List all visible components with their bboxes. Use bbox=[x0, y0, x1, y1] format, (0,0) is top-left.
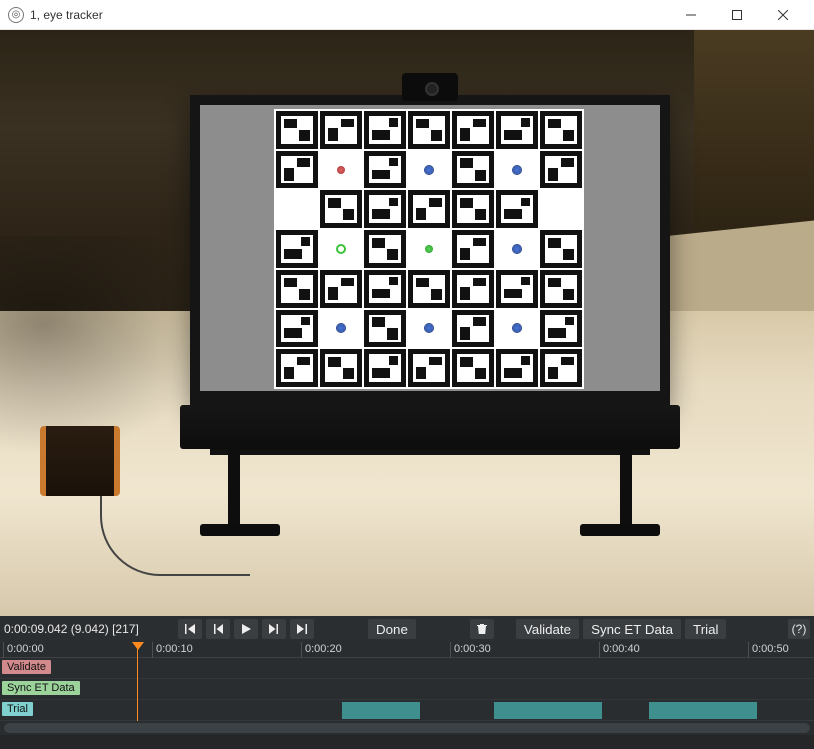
trial-segment[interactable] bbox=[649, 702, 757, 719]
webcam-icon bbox=[402, 73, 458, 101]
step-forward-button[interactable] bbox=[262, 619, 286, 639]
calib-dot-red bbox=[337, 166, 345, 174]
timeline-tick: 0:00:50 bbox=[748, 642, 789, 658]
timeline-tracks: Validate Sync ET Data Trial bbox=[0, 658, 814, 721]
track-validate[interactable]: Validate bbox=[0, 658, 814, 679]
help-button[interactable]: (?) bbox=[788, 619, 810, 639]
timeline[interactable]: 0:00:00 0:00:10 0:00:20 0:00:30 0:00:40 0:00:… bbox=[0, 642, 814, 735]
calibration-board bbox=[274, 109, 584, 389]
calib-dot-blue bbox=[425, 324, 433, 332]
video-viewport[interactable] bbox=[0, 30, 814, 616]
play-button[interactable] bbox=[234, 619, 258, 639]
trial-segment[interactable] bbox=[342, 702, 420, 719]
window-title: 1, eye tracker bbox=[30, 8, 103, 22]
timeline-scrollbar-thumb[interactable] bbox=[4, 723, 810, 733]
skip-to-end-button[interactable] bbox=[290, 619, 314, 639]
calib-dot-green bbox=[425, 245, 433, 253]
delete-button[interactable] bbox=[470, 619, 494, 639]
status-strip bbox=[0, 735, 814, 749]
timeline-tick: 0:00:30 bbox=[450, 642, 491, 658]
gaze-ring-icon bbox=[336, 244, 346, 254]
calib-dot-blue bbox=[337, 324, 345, 332]
track-sync[interactable]: Sync ET Data bbox=[0, 679, 814, 700]
track-trial[interactable]: Trial bbox=[0, 700, 814, 721]
titlebar: ◎ 1, eye tracker bbox=[0, 0, 814, 30]
close-button[interactable] bbox=[760, 0, 806, 30]
timeline-tick: 0:00:20 bbox=[301, 642, 342, 658]
minimize-button[interactable] bbox=[668, 0, 714, 30]
timecode-display: 0:00:09.042 (9.042) [217] bbox=[4, 622, 174, 636]
calib-dot-blue bbox=[425, 166, 433, 174]
skip-to-start-button[interactable] bbox=[178, 619, 202, 639]
timeline-tick: 0:00:40 bbox=[599, 642, 640, 658]
calib-dot-blue bbox=[513, 245, 521, 253]
timeline-tick: 0:00:00 bbox=[3, 642, 44, 658]
monitor bbox=[190, 95, 670, 405]
validate-button[interactable]: Validate bbox=[516, 619, 579, 639]
timeline-tick: 0:00:10 bbox=[152, 642, 193, 658]
done-button[interactable]: Done bbox=[368, 619, 416, 639]
soundbar-prop bbox=[180, 405, 680, 449]
app-icon: ◎ bbox=[8, 7, 24, 23]
maximize-button[interactable] bbox=[714, 0, 760, 30]
track-label-trial: Trial bbox=[2, 702, 33, 716]
timeline-scrollbar[interactable] bbox=[4, 723, 810, 733]
calib-dot-blue bbox=[513, 324, 521, 332]
calib-dot-blue bbox=[513, 166, 521, 174]
speaker-prop bbox=[40, 426, 120, 496]
trial-button[interactable]: Trial bbox=[685, 619, 726, 639]
sync-et-data-button[interactable]: Sync ET Data bbox=[583, 619, 681, 639]
track-label-sync: Sync ET Data bbox=[2, 681, 80, 695]
step-back-button[interactable] bbox=[206, 619, 230, 639]
playhead[interactable] bbox=[137, 642, 138, 721]
control-bar: 0:00:09.042 (9.042) [217] Done Validate … bbox=[0, 616, 814, 642]
scene-preview bbox=[0, 30, 814, 616]
trial-segment[interactable] bbox=[494, 702, 602, 719]
track-label-validate: Validate bbox=[2, 660, 51, 674]
timeline-ruler[interactable]: 0:00:00 0:00:10 0:00:20 0:00:30 0:00:40 0:00:… bbox=[0, 642, 814, 658]
